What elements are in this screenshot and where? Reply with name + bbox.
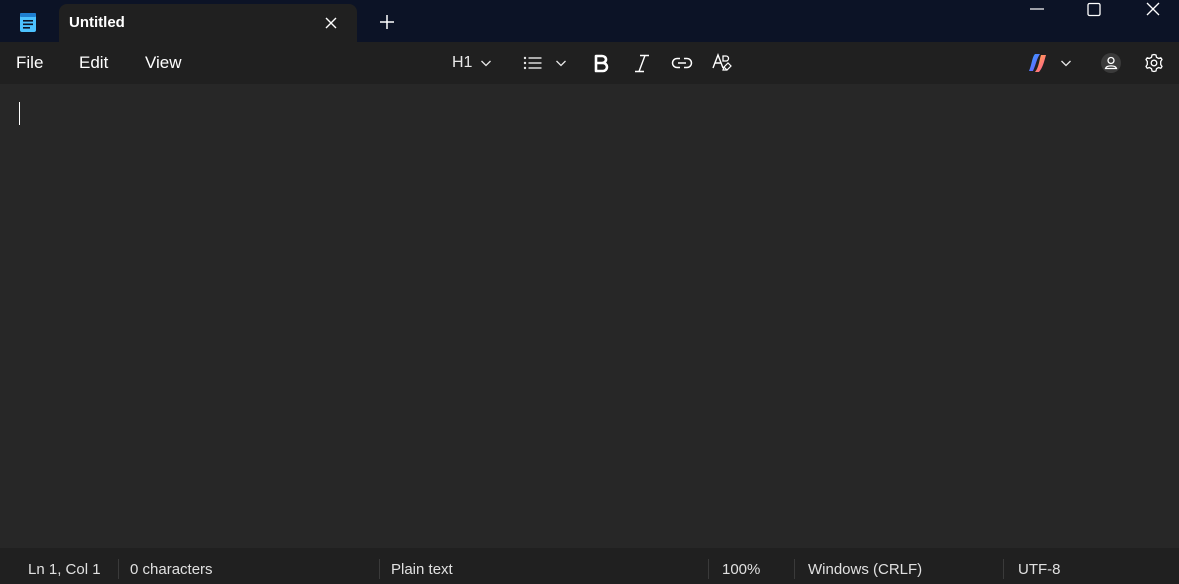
notepad-icon	[18, 11, 38, 33]
account-icon	[1100, 52, 1122, 74]
list-icon	[523, 55, 543, 71]
zoom-level[interactable]: 100%	[722, 561, 760, 578]
bold-button[interactable]	[592, 50, 610, 76]
status-bar: Ln 1, Col 1 0 characters Plain text 100%…	[0, 548, 1179, 584]
divider	[379, 559, 380, 579]
italic-icon	[633, 53, 651, 73]
title-bar: Untitled	[0, 0, 1179, 42]
clear-format-icon	[711, 52, 733, 74]
copilot-dropdown[interactable]	[1026, 50, 1072, 76]
menu-view[interactable]: View	[145, 53, 182, 73]
link-button[interactable]	[671, 50, 693, 76]
account-button[interactable]	[1100, 50, 1122, 76]
menu-edit[interactable]: Edit	[79, 53, 108, 73]
line-ending[interactable]: Windows (CRLF)	[808, 561, 922, 578]
heading-dropdown[interactable]: H1	[452, 50, 492, 76]
italic-button[interactable]	[633, 50, 651, 76]
settings-button[interactable]	[1144, 50, 1164, 76]
gear-icon	[1144, 53, 1164, 73]
chevron-down-icon	[480, 57, 492, 69]
divider	[1003, 559, 1004, 579]
close-icon[interactable]	[1130, 0, 1176, 20]
list-dropdown[interactable]	[523, 50, 567, 76]
menu-bar: File Edit View H1	[0, 42, 1179, 84]
copilot-icon	[1026, 52, 1050, 74]
chevron-down-icon	[1060, 57, 1072, 69]
text-caret	[19, 102, 20, 125]
cursor-position: Ln 1, Col 1	[28, 561, 101, 578]
format-mode[interactable]: Plain text	[391, 561, 453, 578]
maximize-icon[interactable]	[1071, 0, 1117, 20]
heading-label: H1	[452, 54, 473, 71]
clear-format-button[interactable]	[711, 50, 733, 76]
text-editor[interactable]	[0, 84, 1179, 548]
character-count: 0 characters	[130, 561, 213, 578]
bold-icon	[592, 53, 610, 73]
divider	[118, 559, 119, 579]
close-icon[interactable]	[323, 15, 339, 31]
tab-untitled[interactable]: Untitled	[59, 4, 357, 42]
tab-title: Untitled	[69, 14, 125, 31]
link-icon	[671, 56, 693, 70]
plus-icon[interactable]	[378, 13, 396, 31]
chevron-down-icon	[555, 57, 567, 69]
menu-file[interactable]: File	[16, 53, 43, 73]
divider	[708, 559, 709, 579]
minimize-icon[interactable]	[1014, 0, 1060, 20]
encoding[interactable]: UTF-8	[1018, 561, 1061, 578]
divider	[794, 559, 795, 579]
